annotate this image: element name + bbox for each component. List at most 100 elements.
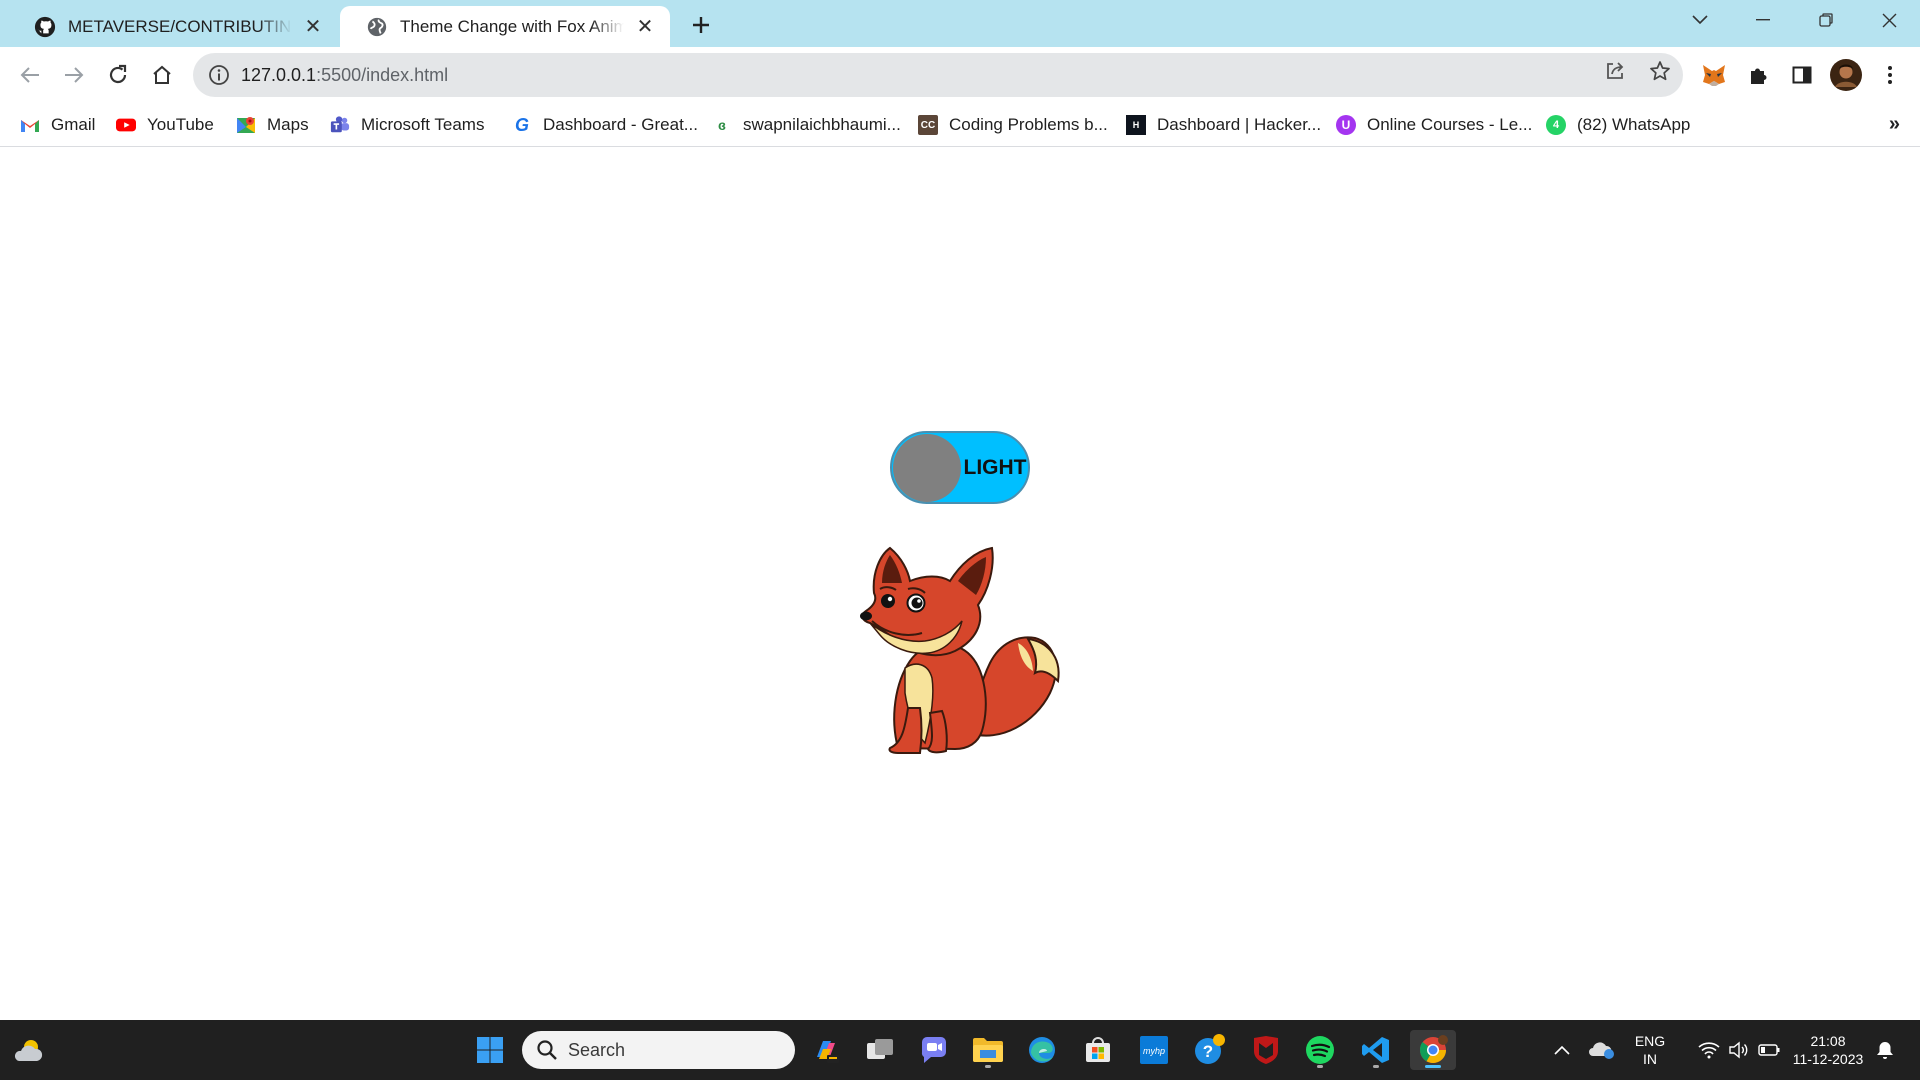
windows-taskbar: Search myhp ? ENG IN 21:08 11-12-2023: [0, 1020, 1920, 1080]
tab-search-button[interactable]: [1670, 0, 1730, 40]
taskbar-task-view[interactable]: [860, 1030, 900, 1070]
close-tab-icon[interactable]: ✕: [302, 16, 324, 38]
show-hidden-icons-button[interactable]: [1542, 1030, 1582, 1070]
maps-icon: [237, 117, 255, 133]
taskbar-chat[interactable]: [914, 1030, 954, 1070]
svg-text:myhp: myhp: [1143, 1046, 1165, 1056]
taskbar-store[interactable]: [1078, 1030, 1118, 1070]
minimize-icon: [1756, 19, 1770, 21]
taskbar-edge[interactable]: [1022, 1030, 1062, 1070]
taskbar-get-help[interactable]: ?: [1190, 1030, 1230, 1070]
search-label: Search: [568, 1039, 626, 1060]
tab-strip: METAVERSE/CONTRIBUTING.md ✕ Theme Change…: [0, 0, 1920, 47]
extensions-button[interactable]: [1742, 59, 1774, 91]
mcafee-shield-icon: [1254, 1036, 1278, 1064]
bookmark-label: (82) WhatsApp: [1577, 115, 1691, 134]
tab-fox-theme[interactable]: Theme Change with Fox Animation ✕: [340, 6, 670, 47]
taskbar-copilot[interactable]: [806, 1030, 846, 1070]
quick-settings[interactable]: [1680, 1030, 1798, 1070]
bookmark-great-learning[interactable]: G Dashboard - Great...: [512, 113, 698, 137]
cloud-sync-icon: [1589, 1042, 1614, 1059]
url-text[interactable]: 127.0.0.1:5500/index.html: [241, 65, 448, 86]
bookmark-hackerrank[interactable]: H Dashboard | Hacker...: [1126, 113, 1321, 137]
language-indicator[interactable]: ENG IN: [1624, 1032, 1676, 1068]
gmail-icon: [21, 120, 39, 132]
kebab-menu-icon: [1888, 66, 1892, 84]
bookmark-whatsapp[interactable]: 4 (82) WhatsApp: [1546, 113, 1690, 137]
bookmark-teams[interactable]: Microsoft Teams: [330, 113, 484, 137]
restore-button[interactable]: [1796, 0, 1856, 40]
taskbar-search[interactable]: Search: [522, 1031, 795, 1069]
hackerrank-icon: H: [1126, 115, 1146, 135]
myhp-icon: myhp: [1140, 1036, 1168, 1064]
bookmark-gmail[interactable]: Gmail: [20, 113, 95, 137]
metamask-extension[interactable]: [1698, 59, 1730, 91]
bookmark-udemy[interactable]: U Online Courses - Le...: [1336, 113, 1532, 137]
new-tab-button[interactable]: [686, 10, 716, 40]
clock-time: 21:08: [1810, 1033, 1846, 1049]
chrome-icon: [1419, 1035, 1448, 1064]
close-tab-icon[interactable]: ✕: [634, 16, 656, 38]
close-window-button[interactable]: [1859, 0, 1919, 40]
side-panel-button[interactable]: [1786, 59, 1818, 91]
metamask-fox-icon: [1703, 65, 1725, 86]
profile-avatar-button[interactable]: [1830, 59, 1862, 91]
share-button[interactable]: [1601, 57, 1629, 85]
taskbar-vscode[interactable]: [1356, 1030, 1396, 1070]
chat-icon: [921, 1037, 946, 1063]
reload-button[interactable]: [100, 57, 136, 93]
battery-icon: [1758, 1044, 1780, 1056]
taskbar-mcafee[interactable]: [1246, 1030, 1286, 1070]
toggle-knob[interactable]: [893, 434, 961, 502]
tab-contributing[interactable]: METAVERSE/CONTRIBUTING.md ✕: [8, 6, 338, 47]
bookmark-star-button[interactable]: [1646, 57, 1674, 85]
notifications-button[interactable]: [1868, 1030, 1902, 1070]
plus-icon: [693, 17, 709, 33]
bookmark-gfg[interactable]: ɞ swapnilaichbhaumi...: [712, 113, 901, 137]
forward-button[interactable]: [56, 57, 92, 93]
taskbar-file-explorer[interactable]: [968, 1030, 1008, 1070]
bookmark-maps[interactable]: Maps: [236, 113, 309, 137]
minimize-button[interactable]: [1733, 0, 1793, 40]
clock[interactable]: 21:08 11-12-2023: [1782, 1032, 1874, 1068]
taskbar-myhp[interactable]: myhp: [1134, 1030, 1174, 1070]
bookmark-label: Coding Problems b...: [949, 115, 1108, 134]
whatsapp-icon: 4: [1546, 115, 1566, 135]
running-indicator: [1373, 1065, 1379, 1068]
help-icon: ?: [1195, 1034, 1225, 1064]
url-path: :5500/index.html: [316, 64, 449, 85]
star-icon: [1650, 61, 1670, 81]
home-button[interactable]: [144, 57, 180, 93]
fox-illustration: [860, 546, 1060, 754]
running-indicator: [985, 1065, 991, 1068]
info-icon[interactable]: [207, 63, 231, 87]
toggle-label: LIGHT: [963, 455, 1027, 479]
chevron-down-icon: [1692, 15, 1708, 25]
theme-toggle[interactable]: LIGHT: [890, 431, 1030, 504]
bookmark-label: Online Courses - Le...: [1367, 115, 1533, 134]
onedrive-tray[interactable]: [1582, 1030, 1622, 1070]
bookmark-label: Gmail: [51, 115, 96, 134]
google-icon: G: [514, 114, 529, 135]
browser-menu-button[interactable]: [1874, 59, 1906, 91]
weather-icon: [14, 1040, 43, 1061]
bookmark-codechef[interactable]: CC Coding Problems b...: [918, 113, 1108, 137]
bookmarks-overflow-button[interactable]: »: [1889, 113, 1900, 136]
running-indicator: [1317, 1065, 1323, 1068]
taskbar-spotify[interactable]: [1300, 1030, 1340, 1070]
address-bar[interactable]: 127.0.0.1:5500/index.html: [193, 53, 1683, 97]
close-icon: [1882, 13, 1896, 27]
taskbar-chrome[interactable]: [1410, 1030, 1456, 1070]
bookmark-label: YouTube: [147, 115, 214, 134]
bookmark-youtube[interactable]: YouTube: [116, 113, 214, 137]
bookmarks-bar: Gmail YouTube Maps Microsoft Teams G Das…: [0, 103, 1920, 147]
start-button[interactable]: [470, 1030, 510, 1070]
back-button[interactable]: [12, 57, 48, 93]
edge-icon: [1029, 1037, 1055, 1063]
page-content: LIGHT: [0, 148, 1920, 1020]
bookmark-label: Maps: [267, 115, 309, 134]
active-indicator: [1425, 1065, 1441, 1068]
folder-icon: [973, 1038, 1003, 1062]
widgets-button[interactable]: [8, 1030, 48, 1070]
udemy-icon: U: [1336, 115, 1356, 135]
